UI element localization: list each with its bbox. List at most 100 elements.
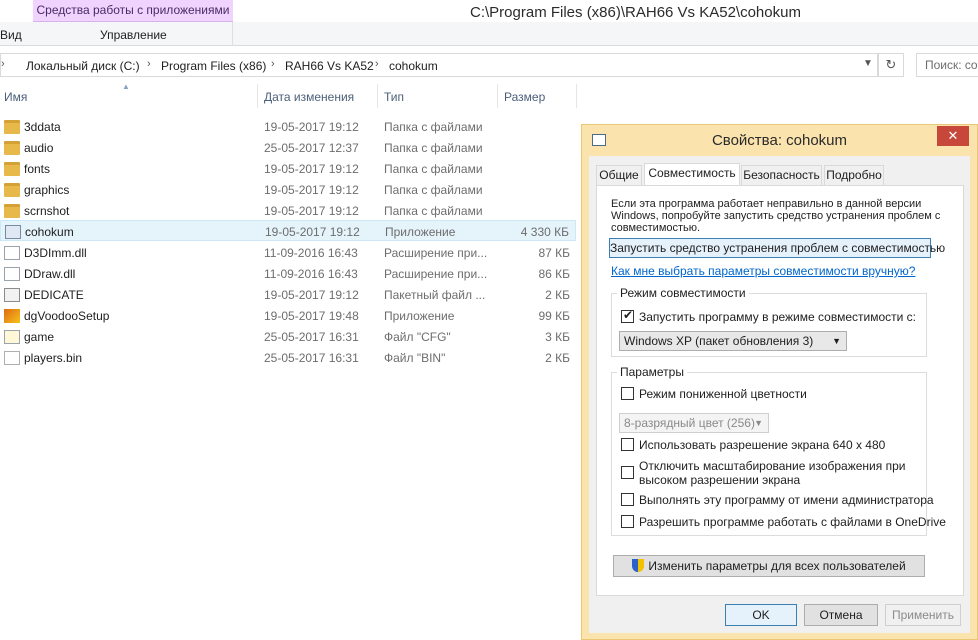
window-title: C:\Program Files (x86)\RAH66 Vs KA52\coh… [470,4,801,21]
file-name: DEDICATE [24,288,84,302]
file-row[interactable]: DEDICATE 19-05-2017 19:12 Пакетный файл … [0,284,576,305]
breadcrumb-item[interactable]: RAH66 Vs KA52 [285,59,374,73]
column-divider[interactable] [377,84,378,108]
file-row[interactable]: DDraw.dll 11-09-2016 16:43 Расширение пр… [0,263,576,284]
file-date: 19-05-2017 19:12 [264,183,359,197]
refresh-icon[interactable]: ↻ [878,53,904,77]
column-header-type[interactable]: Тип [384,90,404,104]
breadcrumb-item[interactable]: cohokum [389,59,438,73]
column-header-name[interactable]: Имя [4,90,27,104]
file-row[interactable]: scrnshot 19-05-2017 19:12 Папка с файлам… [0,200,576,221]
tab-security[interactable]: Безопасность [741,165,822,185]
breadcrumb-chevron-icon[interactable]: › [375,58,379,70]
file-size: 4 330 КБ [520,225,569,239]
breadcrumb-item[interactable]: Program Files (x86) [161,59,266,73]
reduced-color-checkbox[interactable] [621,387,634,400]
file-row[interactable]: graphics 19-05-2017 19:12 Папка с файлам… [0,179,576,200]
file-type: Расширение при... [384,267,488,281]
apply-button[interactable]: Применить [885,604,961,626]
file-name: audio [24,141,54,155]
tab-manage[interactable]: Управление [100,28,167,42]
file-date: 25-05-2017 16:31 [264,330,359,344]
file-row-selected[interactable]: cohokum 19-05-2017 19:12 Приложение 4 33… [0,220,576,241]
file-type: Приложение [384,309,455,323]
change-all-users-label: Изменить параметры для всех пользователе… [648,559,906,573]
change-all-users-button[interactable]: Изменить параметры для всех пользователе… [613,555,925,577]
address-dropdown-icon[interactable]: ▼ [863,58,873,69]
close-icon[interactable]: ✕ [937,126,969,146]
file-row[interactable]: 3ddata 19-05-2017 19:12 Папка с файлами [0,116,576,137]
file-name: cohokum [25,225,74,239]
file-row[interactable]: players.bin 25-05-2017 16:31 Файл "BIN" … [0,347,576,368]
file-type: Папка с файлами [384,141,483,155]
compatibility-mode-label: Режим совместимости [617,286,749,300]
file-type: Файл "CFG" [384,330,451,344]
compat-mode-checkbox[interactable] [621,308,634,323]
file-row[interactable]: fonts 19-05-2017 19:12 Папка с файлами [0,158,576,179]
res-640-checkbox[interactable] [621,438,634,451]
breadcrumb-chevron-icon[interactable]: › [271,58,275,70]
dpi-scaling-checkbox[interactable] [621,466,634,479]
file-type: Файл "BIN" [384,351,446,365]
color-mode-select[interactable]: 8-разрядный цвет (256) ▼ [619,413,769,433]
file-type: Папка с файлами [384,183,483,197]
dpi-scaling-label-line1: Отключить масштабирование изображения пр… [639,459,906,473]
file-name: D3DImm.dll [24,246,87,260]
manual-settings-link[interactable]: Как мне выбрать параметры совместимости … [611,264,915,278]
file-date: 19-05-2017 19:48 [264,309,359,323]
column-header-size[interactable]: Размер [504,90,545,104]
file-size: 87 КБ [538,246,570,260]
file-row[interactable]: D3DImm.dll 11-09-2016 16:43 Расширение п… [0,242,576,263]
cancel-button[interactable]: Отмена [804,604,878,626]
file-type: Папка с файлами [384,162,483,176]
file-date: 25-05-2017 12:37 [264,141,359,155]
color-mode-value: 8-разрядный цвет (256) [624,416,755,430]
reduced-color-label: Режим пониженной цветности [639,387,807,401]
file-date: 19-05-2017 19:12 [264,120,359,134]
res-640-label: Использовать разрешение экрана 640 x 480 [639,438,886,452]
folder-icon [4,183,20,197]
column-header-date[interactable]: Дата изменения [264,90,354,104]
binary-file-icon [4,351,20,365]
file-type: Приложение [385,225,456,239]
file-name: dgVoodooSetup [24,309,110,323]
onedrive-label: Разрешить программе работать с файлами в… [639,515,946,529]
folder-icon [4,204,20,218]
folder-icon [4,162,20,176]
file-date: 25-05-2017 16:31 [264,351,359,365]
config-file-icon [4,330,20,344]
compat-os-select[interactable]: Windows XP (пакет обновления 3) ▼ [619,331,847,351]
app-tools-context-tab[interactable]: Средства работы с приложениями [33,0,233,22]
file-row[interactable]: game 25-05-2017 16:31 Файл "CFG" 3 КБ [0,326,576,347]
run-as-admin-label: Выполнять эту программу от имени админис… [639,493,934,507]
file-row[interactable]: audio 25-05-2017 12:37 Папка с файлами [0,137,576,158]
breadcrumb-item[interactable]: Локальный диск (C:) [26,59,140,73]
ribbon-divider [232,22,233,46]
batch-file-icon [4,288,20,302]
file-date: 11-09-2016 16:43 [264,267,358,281]
tab-general[interactable]: Общие [596,165,642,185]
file-name: graphics [24,183,70,197]
troubleshoot-button[interactable]: Запустить средство устранения проблем с … [609,238,945,258]
file-date: 19-05-2017 19:12 [265,225,360,239]
onedrive-checkbox[interactable] [621,515,634,528]
address-bar[interactable]: › Локальный диск (C:) › Program Files (x… [0,53,878,77]
dll-icon [4,246,20,260]
file-row[interactable]: dgVoodooSetup 19-05-2017 19:48 Приложени… [0,305,576,326]
column-divider[interactable] [497,84,498,108]
file-type: Папка с файлами [384,204,483,218]
breadcrumb-chevron-icon[interactable]: › [1,58,5,70]
tab-compatibility[interactable]: Совместимость [644,163,740,185]
setup-app-icon [4,309,20,323]
search-input[interactable]: Поиск: co [916,53,978,77]
parameters-label: Параметры [617,365,687,379]
run-as-admin-checkbox[interactable] [621,493,634,506]
ok-button[interactable]: OK [725,604,797,626]
column-divider[interactable] [576,84,577,108]
sort-ascending-icon: ▲ [122,82,130,91]
intro-text: Если эта программа работает неправильно … [611,198,941,234]
tab-details[interactable]: Подробно [824,165,884,185]
tab-view[interactable]: Вид [0,28,22,42]
breadcrumb-chevron-icon[interactable]: › [147,58,151,70]
column-divider[interactable] [257,84,258,108]
